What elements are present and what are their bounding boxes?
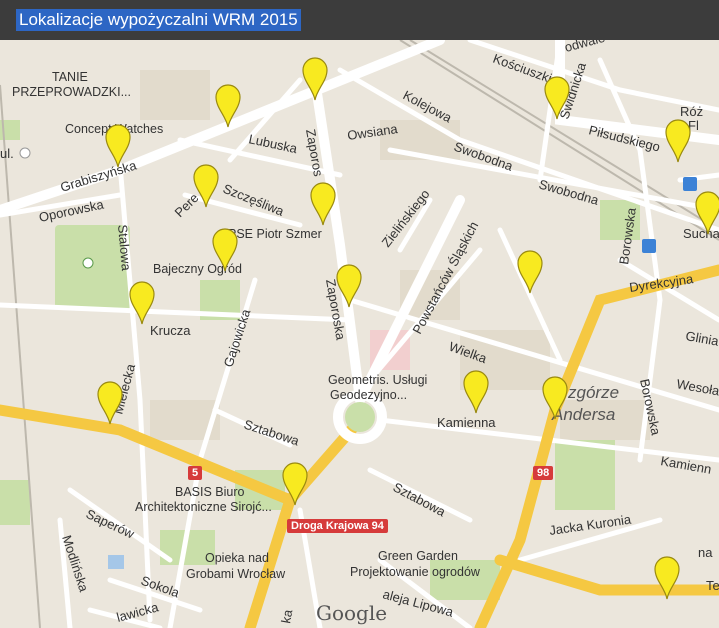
- marker-1[interactable]: [105, 124, 131, 168]
- street-label: Róż: [680, 104, 703, 119]
- marker-14[interactable]: [517, 250, 543, 294]
- poi-label: TANIE: [52, 70, 88, 84]
- marker-5[interactable]: [310, 182, 336, 226]
- route-shield-98: 98: [533, 466, 554, 480]
- poi-label: PRZEPROWADZKI...: [12, 85, 131, 99]
- marker-3[interactable]: [302, 57, 328, 101]
- marker-4[interactable]: [193, 164, 219, 208]
- google-logo: Google: [316, 601, 388, 625]
- title-bar: Lokalizacje wypożyczalni WRM 2015: [0, 0, 719, 40]
- bus-icon: [683, 177, 697, 191]
- roundabout-center: [345, 402, 375, 432]
- poi-label: Geometris. Usługi: [328, 373, 427, 387]
- map-title: Lokalizacje wypożyczalni WRM 2015: [16, 9, 301, 31]
- marker-12[interactable]: [665, 119, 691, 163]
- marker-2[interactable]: [215, 84, 241, 128]
- park-dot: [82, 257, 94, 269]
- poi-label: Projektowanie ogrodów: [350, 565, 481, 579]
- marker-17[interactable]: [654, 556, 680, 600]
- poi-label: Grobami Wrocław: [186, 567, 286, 581]
- marker-8[interactable]: [336, 264, 362, 308]
- poi-label: Opieka nad: [205, 551, 269, 565]
- marker-10[interactable]: [282, 462, 308, 506]
- map-canvas[interactable]: Grabiszyńska Oporowska Stalowa Pere Szcz…: [0, 0, 719, 628]
- marker-16[interactable]: [542, 376, 568, 420]
- street-label: ul.: [0, 146, 14, 161]
- poi-dot: [19, 147, 31, 159]
- poi-label: Architektoniczne Sirojć...: [135, 500, 272, 514]
- poi-label: PSE Piotr Szmer: [228, 227, 322, 241]
- marker-13[interactable]: [695, 191, 719, 235]
- poi-label: BASIS Biuro: [175, 485, 245, 499]
- street-label: Kamienna: [437, 415, 496, 430]
- marker-9[interactable]: [97, 381, 123, 425]
- tram-icon: [642, 239, 656, 253]
- poi-label: Geodezyjno...: [330, 388, 407, 402]
- street-label: na: [698, 545, 713, 560]
- svg-text:zgórze: zgórze: [567, 383, 619, 402]
- map-frame[interactable]: Grabiszyńska Oporowska Stalowa Pere Szcz…: [0, 0, 719, 628]
- marker-11[interactable]: [544, 76, 570, 120]
- marker-15[interactable]: [463, 370, 489, 414]
- marker-7[interactable]: [129, 281, 155, 325]
- route-shield-5: 5: [188, 466, 203, 480]
- route-shield-94: Droga Krajowa 94: [287, 519, 388, 533]
- pond: [108, 555, 124, 569]
- poi-label: Green Garden: [378, 549, 458, 563]
- marker-6[interactable]: [212, 228, 238, 272]
- street-label: Krucza: [150, 323, 191, 338]
- street-label: Teca: [706, 578, 719, 593]
